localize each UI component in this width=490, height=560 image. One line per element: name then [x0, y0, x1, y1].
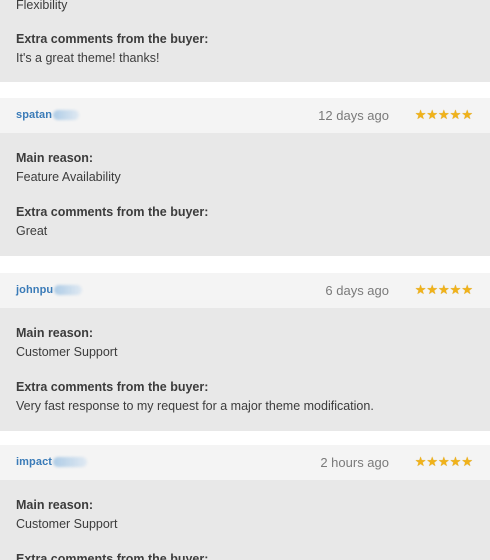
- comments-label: Extra comments from the buyer:: [16, 32, 209, 46]
- comments-text: Great: [16, 224, 48, 238]
- review-time: 6 days ago: [325, 283, 389, 298]
- comments-label: Extra comments from the buyer:: [16, 380, 209, 394]
- review-body: Main reason: Customer Support Extra comm…: [0, 308, 490, 431]
- review-card: spatan 12 days ago ★★★★★ Main reason: Fe…: [0, 98, 490, 256]
- comments-label: Extra comments from the buyer:: [16, 552, 209, 560]
- star-rating: ★★★★★: [414, 282, 473, 297]
- comments-text: Very fast response to my request for a m…: [16, 399, 374, 413]
- review-time: 2 hours ago: [320, 455, 389, 470]
- main-reason-label: Main reason:: [16, 151, 94, 165]
- reviewer-username[interactable]: impact: [16, 456, 88, 468]
- review-body: Main reason: Feature Availability Extra …: [0, 133, 490, 256]
- redacted-name-blur: [54, 285, 83, 296]
- review-card: Flexibility Extra comments from the buye…: [0, 0, 490, 82]
- redacted-name-blur: [53, 110, 80, 121]
- star-rating: ★★★★★: [414, 107, 473, 122]
- reviewer-username[interactable]: johnpu: [16, 284, 83, 296]
- main-reason-value: Feature Availability: [16, 170, 121, 184]
- main-reason-value: Customer Support: [16, 517, 118, 531]
- comments-text: It's a great theme! thanks!: [16, 51, 160, 65]
- main-reason-label: Main reason:: [16, 498, 94, 512]
- review-header: johnpu 6 days ago ★★★★★: [0, 273, 490, 308]
- review-header: spatan 12 days ago ★★★★★: [0, 98, 490, 133]
- main-reason-label: Main reason:: [16, 326, 94, 340]
- review-body: Flexibility Extra comments from the buye…: [0, 0, 490, 82]
- review-body: Main reason: Customer Support Extra comm…: [0, 480, 490, 560]
- redacted-name-blur: [53, 457, 88, 468]
- review-card: impact 2 hours ago ★★★★★ Main reason: Cu…: [0, 445, 490, 560]
- reviewer-username[interactable]: spatan: [16, 109, 80, 121]
- review-card: johnpu 6 days ago ★★★★★ Main reason: Cus…: [0, 273, 490, 431]
- review-header: impact 2 hours ago ★★★★★: [0, 445, 490, 480]
- review-time: 12 days ago: [318, 108, 389, 123]
- star-rating: ★★★★★: [414, 454, 473, 469]
- main-reason-value: Customer Support: [16, 345, 118, 359]
- reviews-page: Flexibility Extra comments from the buye…: [0, 0, 490, 560]
- main-reason-value: Flexibility: [16, 0, 68, 12]
- comments-label: Extra comments from the buyer:: [16, 205, 209, 219]
